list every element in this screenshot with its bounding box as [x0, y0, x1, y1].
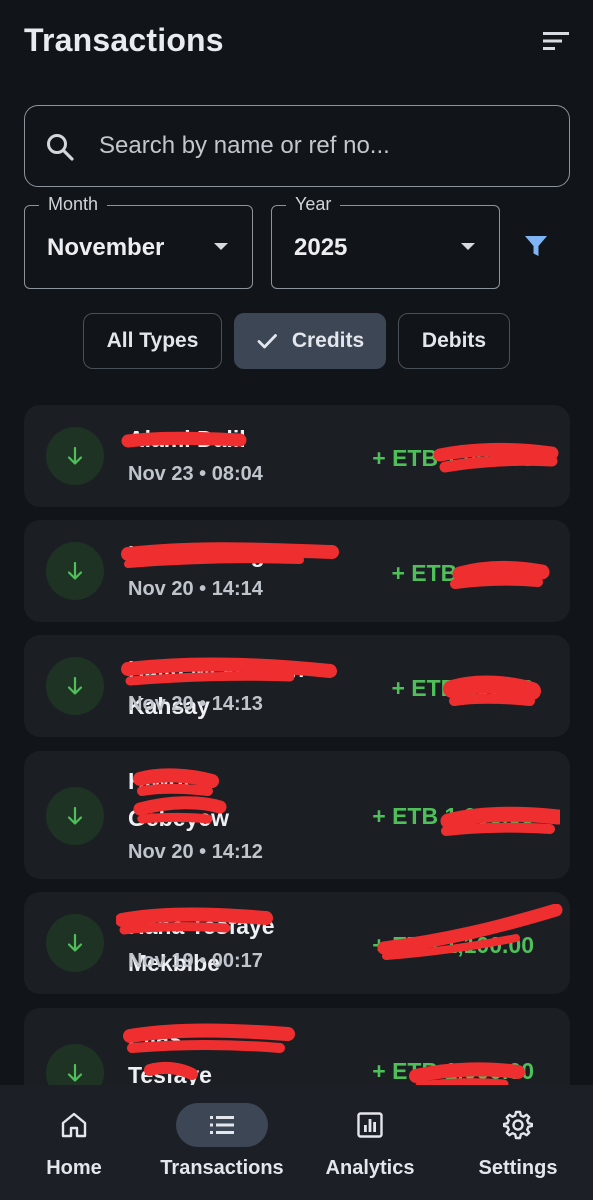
transaction-date: Nov 23 • 08:04	[128, 463, 263, 485]
arrow-down-icon	[67, 806, 83, 825]
bottom-navigation: Home Transactions Analytics Settings	[0, 1085, 593, 1200]
transaction-amount: + ETB 150.00	[391, 560, 534, 586]
transaction-amount: + ETB 300.00	[391, 675, 534, 701]
nav-transactions[interactable]: Transactions	[148, 1085, 296, 1200]
nav-label: Transactions	[160, 1157, 284, 1179]
transaction-card[interactable]: Hailu Mekonnen Kahsay Nov 20 • 14:13 + E…	[24, 635, 570, 737]
nav-indicator	[472, 1103, 564, 1147]
nav-label: Settings	[478, 1157, 558, 1179]
nav-indicator	[28, 1103, 120, 1147]
home-icon	[61, 1112, 87, 1138]
credit-indicator	[46, 787, 104, 845]
transaction-name: Kalab Mulugeta	[128, 541, 298, 567]
credit-indicator	[46, 427, 104, 485]
gear-icon	[503, 1110, 533, 1140]
transaction-list[interactable]: Alami Dalil Nov 23 • 08:04 + ETB 1,000.0…	[0, 0, 593, 1085]
nav-indicator	[176, 1103, 268, 1147]
transaction-date: Nov 19 • 00:17	[128, 950, 263, 972]
credit-indicator	[46, 914, 104, 972]
transaction-card[interactable]: Hiwot Gebeyew Nov 20 • 14:12 + ETB 1,000…	[24, 751, 570, 879]
nav-indicator	[324, 1103, 416, 1147]
arrow-down-icon	[67, 676, 83, 695]
transaction-card[interactable]: Kalab Mulugeta Nov 20 • 14:14 + ETB 150.…	[24, 520, 570, 622]
transaction-date: Nov 20 • 14:12	[128, 841, 263, 863]
nav-settings[interactable]: Settings	[444, 1085, 592, 1200]
arrow-down-icon	[67, 561, 83, 580]
transaction-card[interactable]: Hana Tesfaye Mekbibe Nov 19 • 00:17 + ET…	[24, 892, 570, 994]
transaction-card[interactable]: Elias Tesfaye Yohannes + ETB 1,000.00	[24, 1008, 570, 1085]
list-icon	[210, 1116, 234, 1134]
transaction-date: Nov 20 • 14:13	[128, 693, 263, 715]
transaction-amount: + ETB 1,000.00	[372, 445, 534, 471]
nav-label: Analytics	[325, 1157, 415, 1179]
transaction-card[interactable]: Alami Dalil Nov 23 • 08:04 + ETB 1,000.0…	[24, 405, 570, 507]
credit-indicator	[46, 657, 104, 715]
nav-analytics[interactable]: Analytics	[296, 1085, 444, 1200]
transaction-amount: + ETB 1,000.00	[372, 803, 534, 829]
arrow-down-icon	[67, 1063, 83, 1082]
transaction-name: Hiwot Gebeyew	[128, 768, 229, 831]
transaction-amount: + ETB 1,000.00	[372, 1058, 534, 1084]
arrow-down-icon	[67, 933, 83, 952]
arrow-down-icon	[67, 446, 83, 465]
nav-home[interactable]: Home	[0, 1085, 148, 1200]
credit-indicator	[46, 1044, 104, 1085]
bar-chart-icon	[357, 1112, 383, 1138]
transaction-name: Alami Dalil	[128, 426, 246, 452]
nav-label: Home	[46, 1157, 102, 1179]
transaction-name: Elias Tesfaye Yohannes	[128, 1025, 212, 1085]
credit-indicator	[46, 542, 104, 600]
transaction-amount: + ETB 1,100.00	[372, 932, 534, 958]
transaction-date: Nov 20 • 14:14	[128, 578, 263, 600]
